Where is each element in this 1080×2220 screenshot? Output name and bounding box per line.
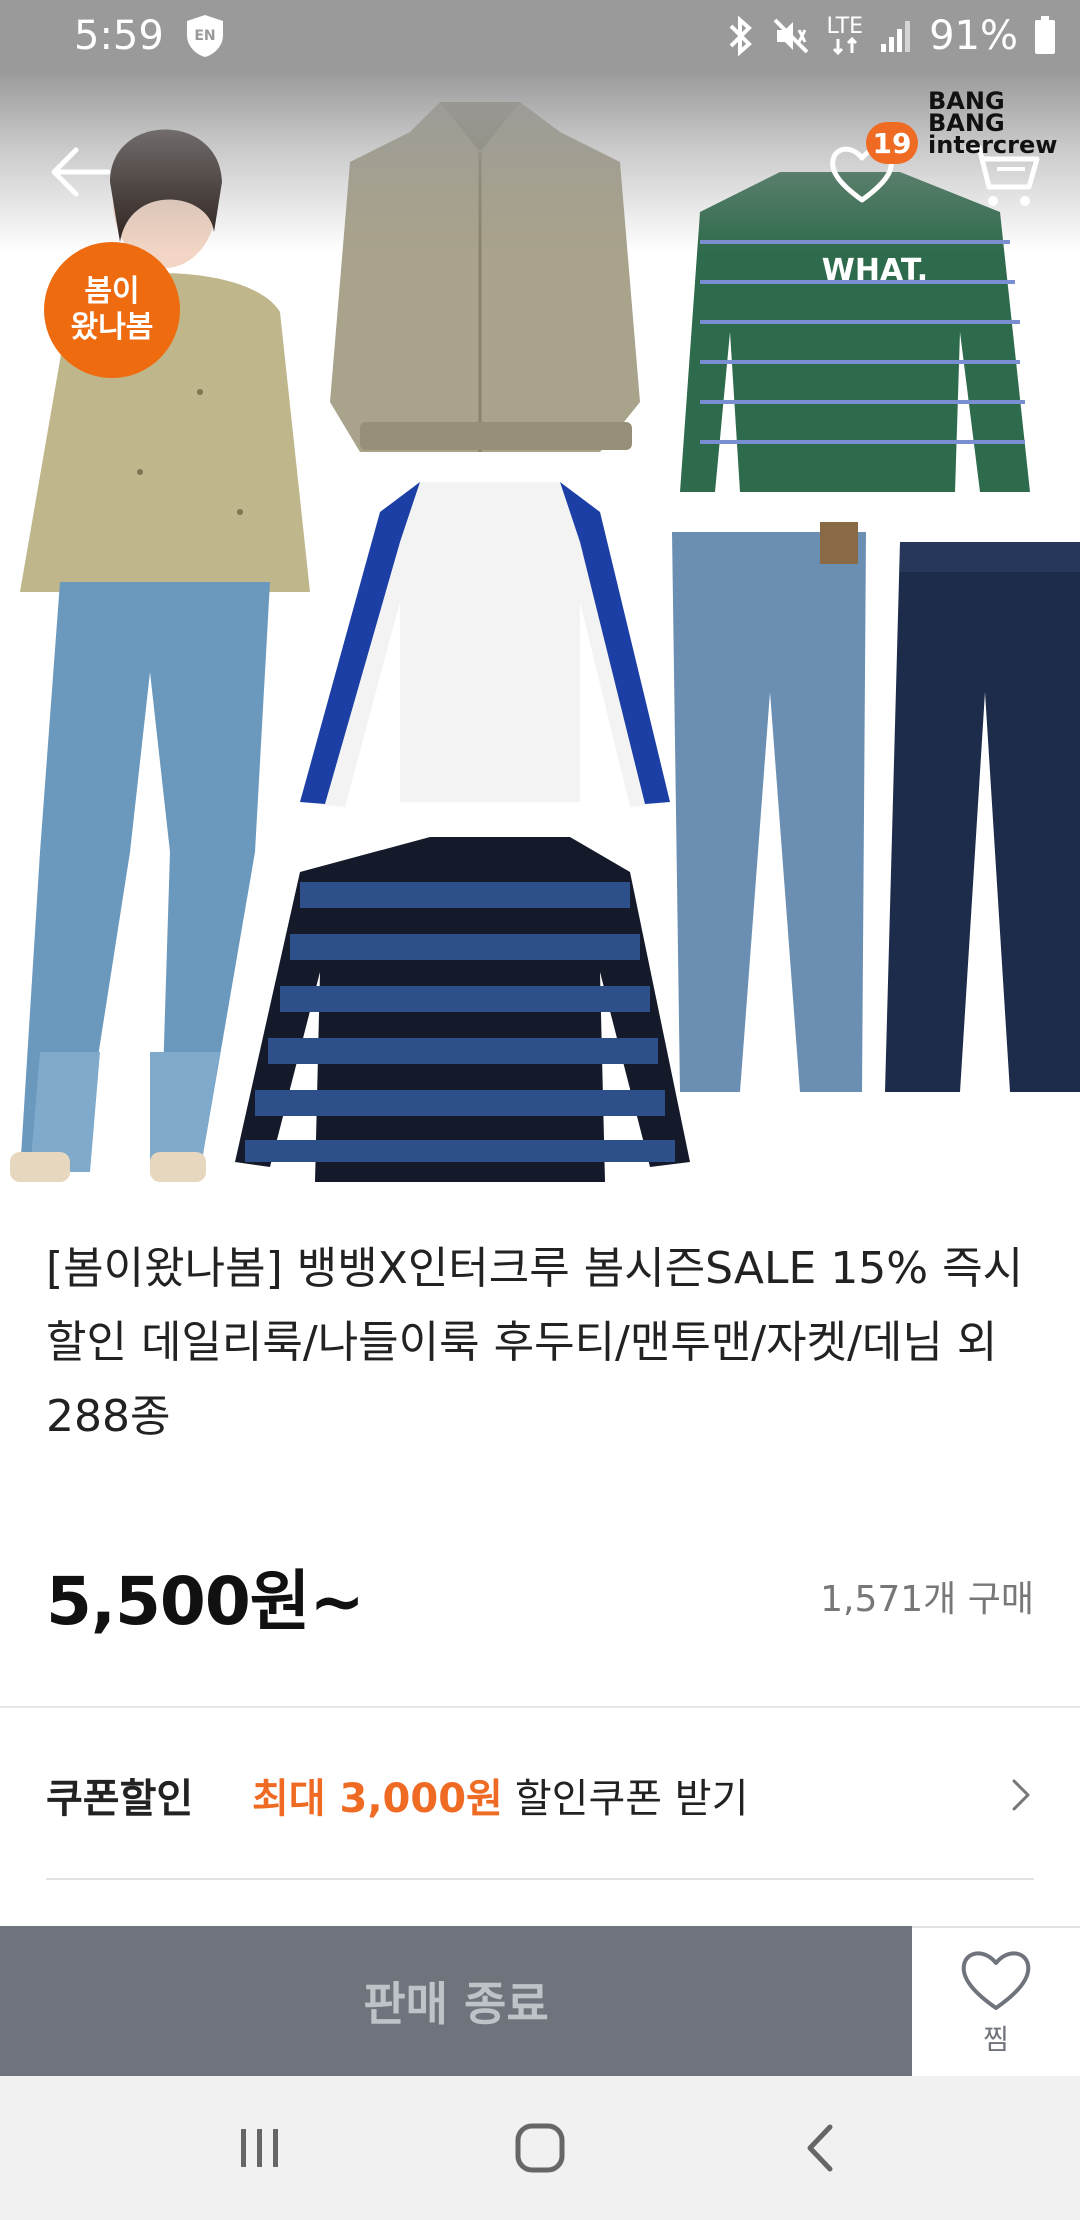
battery-percent: 91% — [929, 13, 1018, 59]
keyboard-language-icon: EN — [182, 13, 228, 59]
signal-icon — [879, 18, 913, 54]
purchase-count: 1,571개 구매 — [820, 1579, 1034, 1620]
zzim-label: 찜 — [983, 2023, 1009, 2056]
system-back-button[interactable] — [770, 2098, 870, 2198]
home-button[interactable] — [490, 2098, 590, 2198]
recent-apps-button[interactable] — [210, 2098, 310, 2198]
heart-icon — [961, 1951, 1031, 2010]
sweater-print-text: WHAT. — [822, 253, 928, 288]
back-arrow-icon — [51, 147, 111, 197]
system-navigation-bar — [0, 2076, 1080, 2220]
zzim-button[interactable]: 찜 — [912, 1926, 1080, 2076]
coupon-divider — [46, 1878, 1034, 1880]
back-icon — [807, 2124, 833, 2172]
keyboard-language-label: EN — [194, 28, 215, 44]
striped-longsleeve-tee — [235, 837, 690, 1182]
light-denim-jeans — [672, 522, 866, 1092]
product-price: 5,500원~ — [46, 1563, 365, 1640]
product-hero-image[interactable]: WHAT. 19 BANG BANG intercrew 봄이 왔나봄 — [0, 72, 1080, 1222]
brand-logo: BANG BANG intercrew — [928, 87, 1080, 159]
mute-icon — [771, 16, 811, 56]
brand-logo-line2: intercrew — [928, 131, 1058, 159]
white-longsleeve-tee — [300, 482, 670, 807]
section-divider — [0, 1706, 1080, 1708]
wishlist-count-badge: 19 — [866, 122, 918, 164]
battery-icon — [1034, 16, 1056, 56]
coupon-row[interactable]: 쿠폰할인 최대 3,000원 할인쿠폰 받기 — [46, 1710, 1034, 1880]
brand-logo-line1: BANG BANG — [928, 87, 1005, 137]
product-title: [봄이왔나봄] 뱅뱅X인터크루 봄시즌SALE 15% 즉시할인 데일리룩/나들… — [46, 1243, 1024, 1442]
sold-out-button[interactable]: 판매 종료 — [0, 1926, 912, 2076]
lte-label: LTE — [826, 14, 864, 39]
hero-top-gradient — [0, 72, 1080, 252]
dark-denim-jeans — [885, 542, 1080, 1092]
back-button[interactable] — [42, 134, 118, 210]
lte-icon: LTE — [826, 14, 864, 55]
bottom-action-bar: 판매 종료 찜 — [0, 1926, 1080, 2076]
bluetooth-icon — [725, 16, 755, 56]
chevron-right-icon — [1010, 1775, 1034, 1815]
coupon-get-text: 할인쿠폰 받기 — [514, 1776, 749, 1822]
promo-badge-line2: 왔나봄 — [70, 310, 154, 345]
coupon-label: 쿠폰할인 — [46, 1776, 194, 1822]
status-bar: 5:59 EN LTE 91% — [0, 0, 1080, 72]
promo-badge: 봄이 왔나봄 — [44, 242, 180, 378]
recent-apps-icon — [241, 2129, 278, 2167]
promo-badge-line1: 봄이 — [84, 274, 140, 309]
home-icon — [515, 2123, 565, 2173]
coupon-max-amount: 최대 3,000원 — [252, 1776, 503, 1822]
status-time: 5:59 — [74, 13, 164, 59]
